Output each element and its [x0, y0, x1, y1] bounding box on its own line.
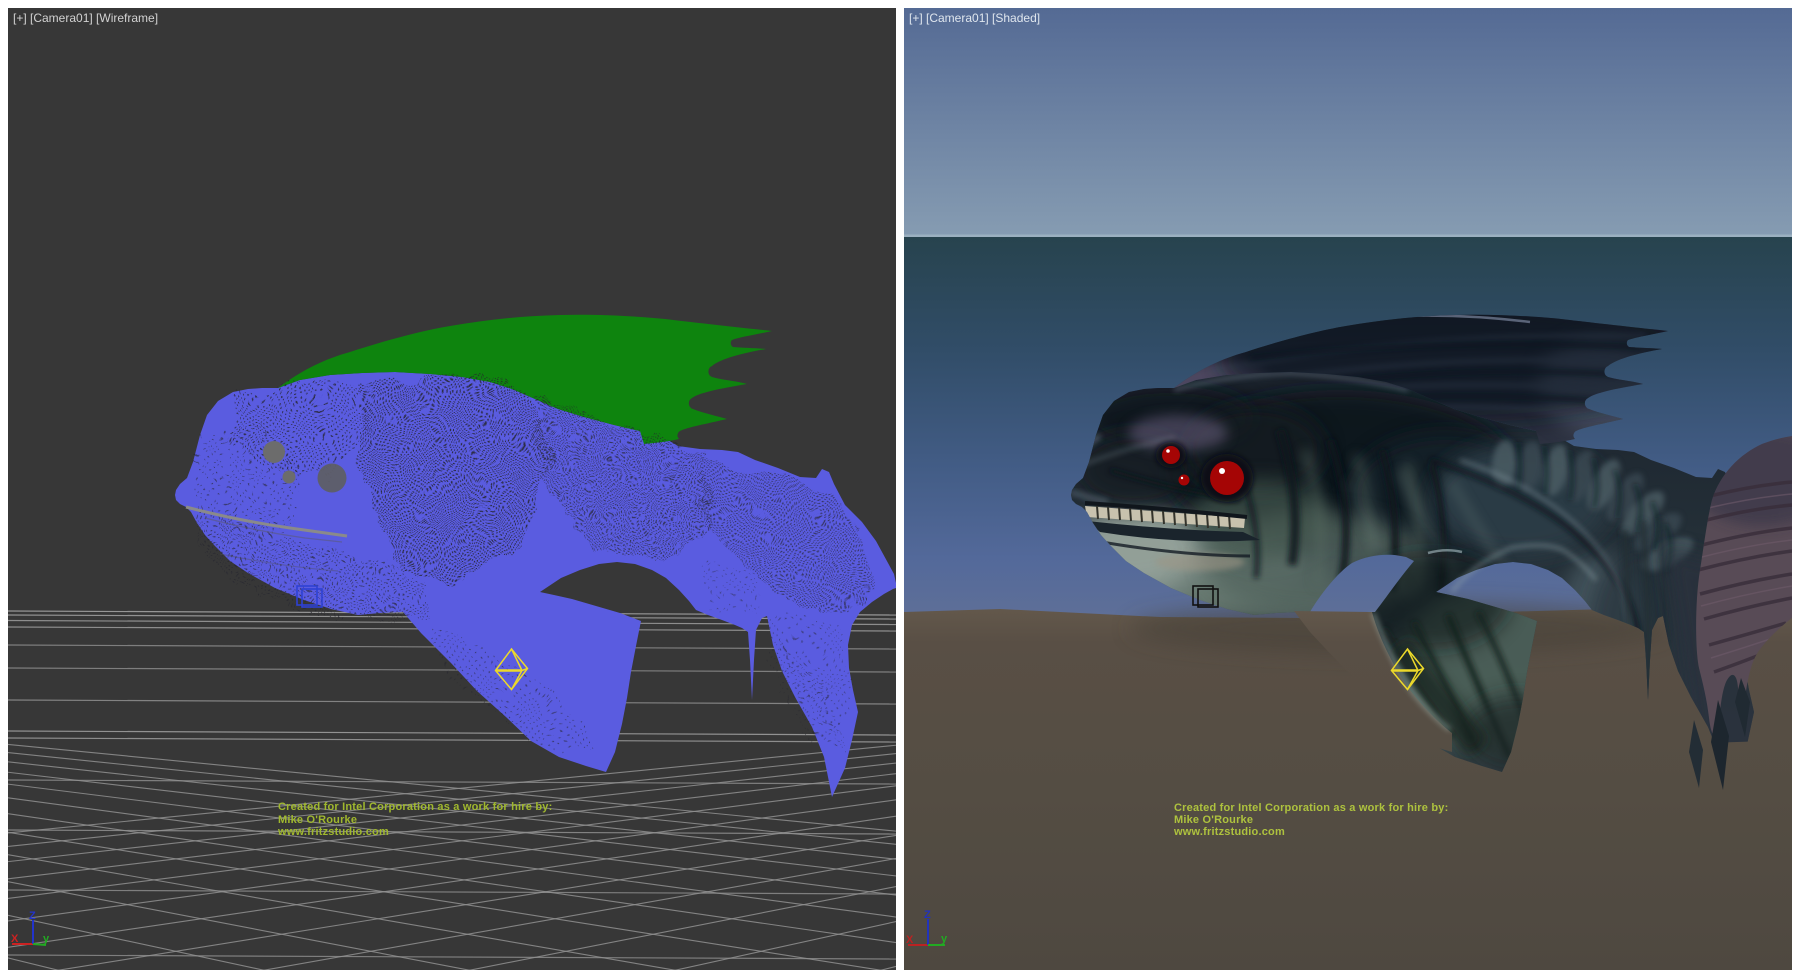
svg-text:www.fritzstudio.com: www.fritzstudio.com — [1173, 826, 1285, 838]
svg-text:www.fritzstudio.com: www.fritzstudio.com — [277, 826, 389, 838]
svg-text:X: X — [11, 933, 19, 945]
svg-text:y: y — [43, 933, 50, 945]
svg-text:Z: Z — [29, 910, 36, 922]
svg-text:Mike O'Rourke: Mike O'Rourke — [278, 814, 357, 826]
svg-text:[+] [Camera01] [Wireframe]: [+] [Camera01] [Wireframe] — [13, 11, 158, 25]
svg-text:X: X — [906, 934, 914, 946]
svg-text:y: y — [941, 933, 948, 945]
svg-text:[+] [Camera01] [Shaded]: [+] [Camera01] [Shaded] — [909, 11, 1040, 25]
svg-text:Z: Z — [924, 909, 931, 921]
svg-text:Created for Intel Corporation: Created for Intel Corporation as a work … — [278, 801, 552, 813]
svg-text:Created for Intel Corporation: Created for Intel Corporation as a work … — [1174, 802, 1448, 814]
svg-text:Mike O'Rourke: Mike O'Rourke — [1174, 814, 1253, 826]
